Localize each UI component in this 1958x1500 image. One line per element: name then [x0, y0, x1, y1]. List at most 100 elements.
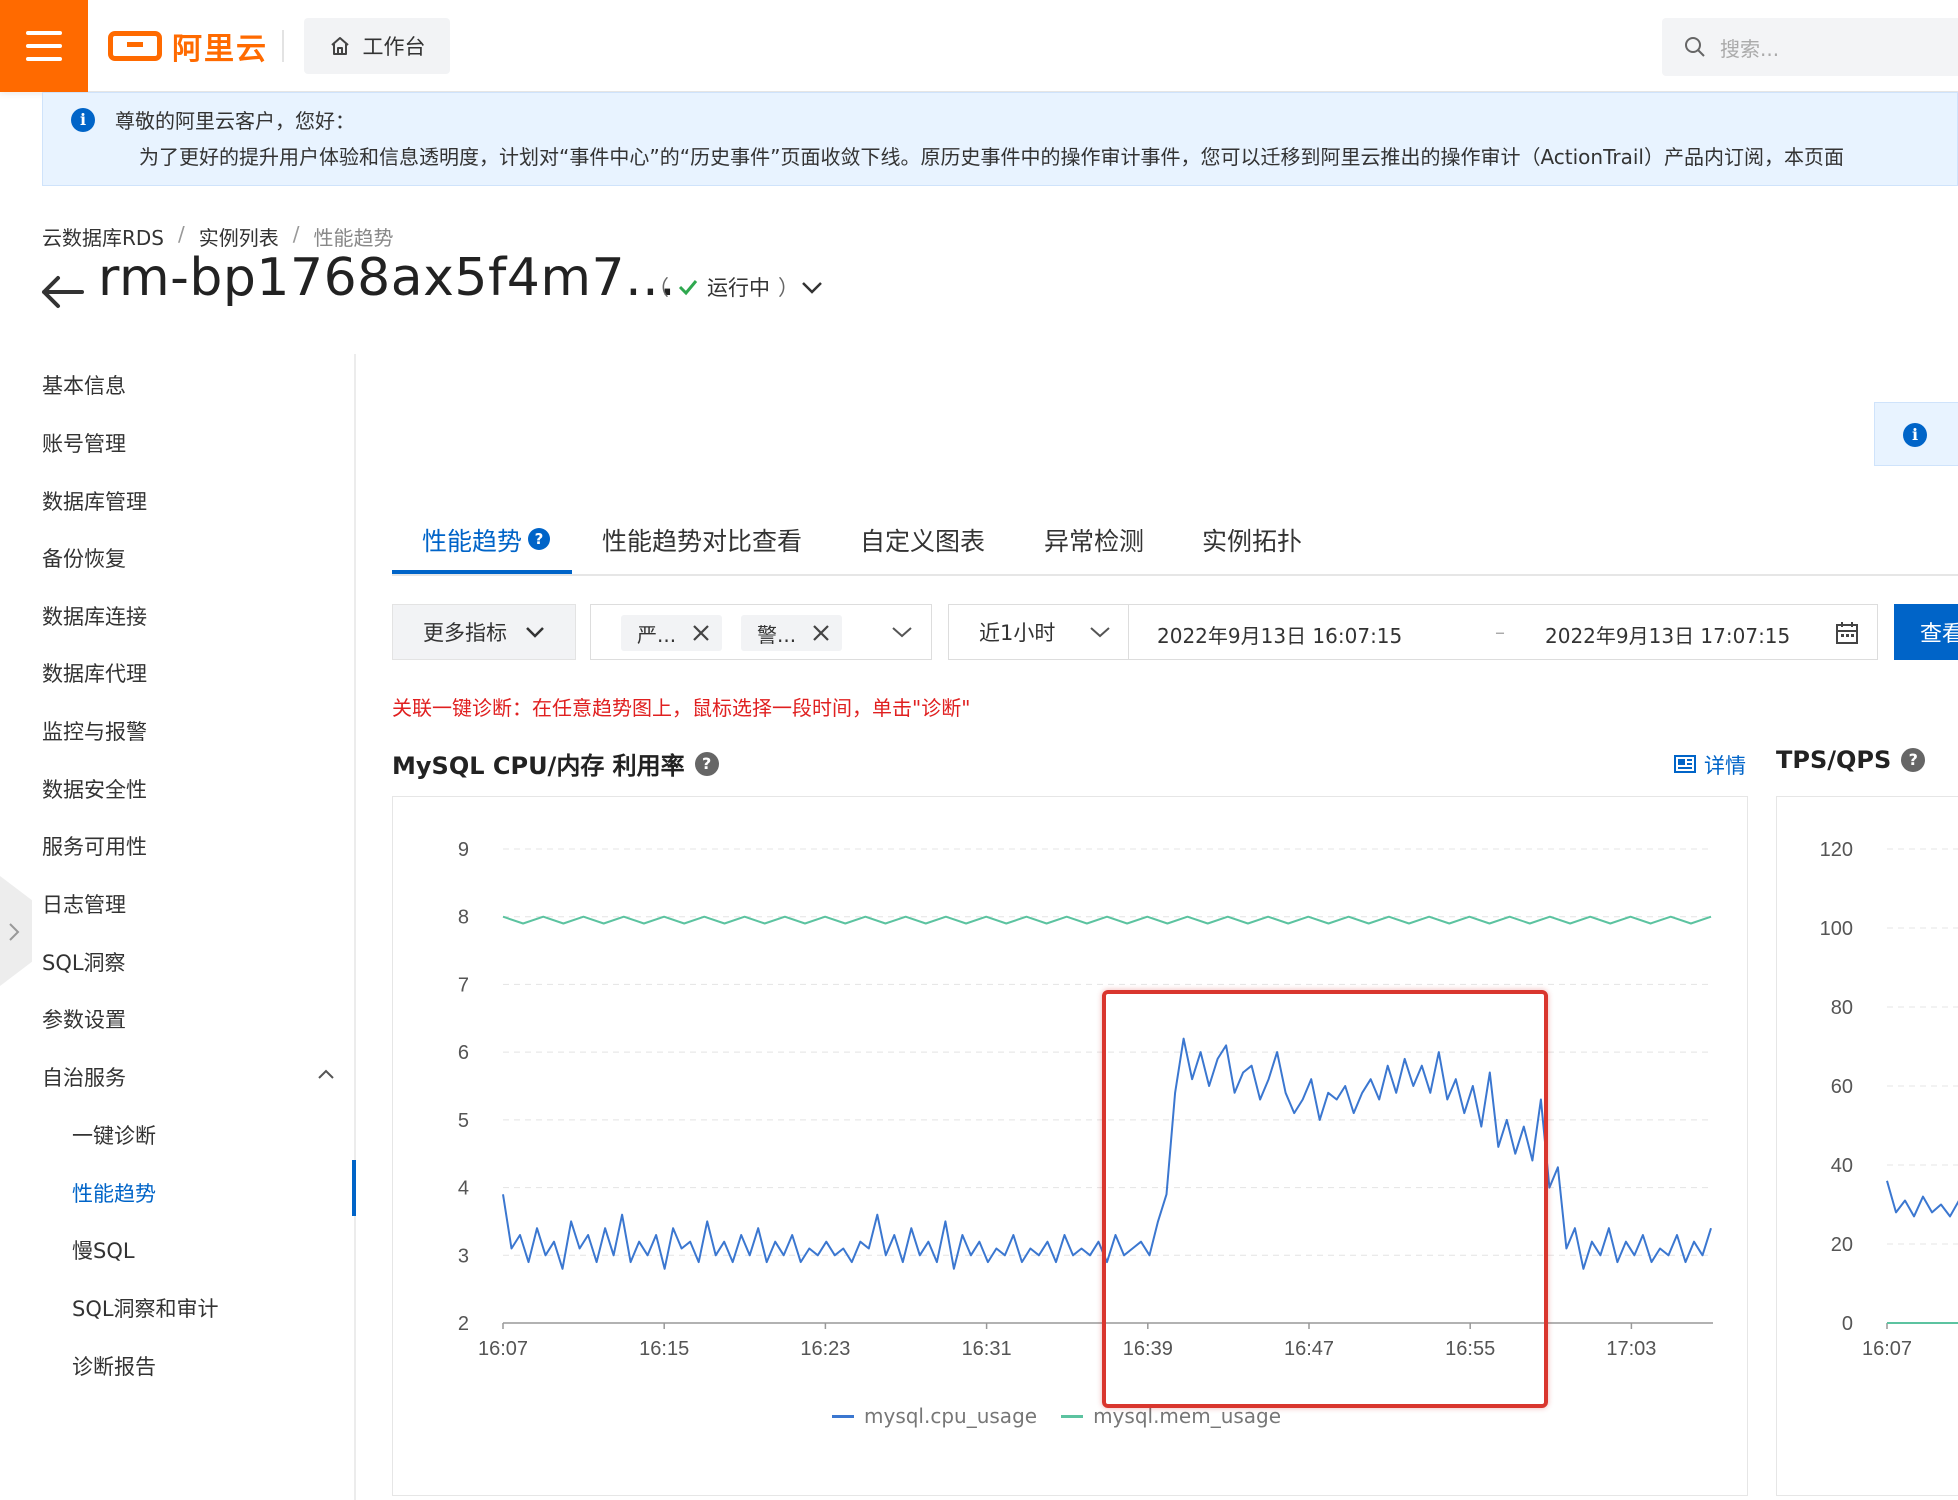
legend-item-cpu[interactable]: mysql.cpu_usage: [832, 1404, 1037, 1428]
calendar-icon[interactable]: [1835, 621, 1859, 645]
y-tick-label: 120: [1820, 839, 1853, 861]
chevron-down-icon[interactable]: [800, 278, 824, 298]
aliyun-logo[interactable]: 阿里云: [108, 24, 268, 68]
notice-body: 为了更好的提升用户体验和信息透明度，计划对“事件中心”的“历史事件”页面收敛下线…: [139, 145, 1844, 169]
chevron-down-icon: [526, 627, 544, 638]
sidebar-item-sql-insight[interactable]: SQL洞察: [42, 947, 126, 977]
sidebar-collapse-handle[interactable]: [0, 876, 32, 986]
instance-status: （ 运行中 ）: [648, 272, 799, 302]
help-icon[interactable]: ?: [694, 751, 719, 776]
more-metrics-label: 更多指标: [423, 621, 507, 645]
range-dash: –: [1495, 620, 1505, 644]
sidebar-subitem-diagnosis[interactable]: 一键诊断: [72, 1120, 156, 1150]
sidebar-item-backup[interactable]: 备份恢复: [42, 543, 126, 573]
hamburger-icon[interactable]: [0, 0, 88, 92]
cpu-mem-chart[interactable]: 2 3 4 5 6 7 8 9 16:07 16:15 16:23 16:31 16:39 16:47 16…: [393, 797, 1749, 1497]
x-tick-label: 16:55: [1445, 1338, 1495, 1360]
y-tick-label: 100: [1820, 918, 1853, 940]
x-tick-label: 16:07: [1862, 1338, 1912, 1360]
date-range-picker[interactable]: 2022年9月13日 16:07:15 – 2022年9月13日 17:07:1…: [1128, 604, 1878, 660]
tab-anomaly[interactable]: 异常检测: [1044, 522, 1144, 558]
home-icon: [330, 37, 349, 55]
detail-link-label: 详情: [1704, 754, 1746, 778]
sidebar-item-databases[interactable]: 数据库管理: [42, 486, 147, 516]
chart-title-cpu-mem: MySQL CPU/内存 利用率 ?: [392, 746, 719, 781]
y-tick-label: 60: [1831, 1076, 1853, 1098]
status-paren-open: （: [648, 276, 669, 300]
info-chip[interactable]: i: [1874, 402, 1958, 466]
chart-legend: mysql.cpu_usage mysql.mem_usage: [832, 1404, 1281, 1428]
chevron-down-icon: [892, 627, 912, 638]
series-line-0[interactable]: [502, 1037, 1712, 1270]
tab-compare[interactable]: 性能趋势对比查看: [602, 522, 802, 558]
tab-active-underline: [392, 570, 572, 574]
breadcrumb-separator: /: [178, 222, 185, 246]
instance-title: rm-bp1768ax5f4m7...: [98, 248, 677, 308]
legend-label-mem: mysql.mem_usage: [1093, 1404, 1282, 1428]
end-datetime[interactable]: 2022年9月13日 17:07:15: [1545, 620, 1790, 649]
sidebar-subitem-report[interactable]: 诊断报告: [72, 1351, 156, 1381]
breadcrumb-rds[interactable]: 云数据库RDS: [42, 222, 164, 251]
sidebar-item-security[interactable]: 数据安全性: [42, 774, 147, 804]
y-tick-label: 0: [1842, 1313, 1853, 1335]
legend-swatch-cpu: [832, 1414, 854, 1418]
x-tick-label: 16:39: [1123, 1338, 1173, 1360]
workbench-button[interactable]: 工作台: [304, 18, 450, 74]
sidebar-item-logs[interactable]: 日志管理: [42, 889, 126, 919]
alert-level-select[interactable]: 严... 警...: [590, 604, 932, 660]
sidebar-subitem-sql-audit[interactable]: SQL洞察和审计: [72, 1293, 219, 1323]
workbench-label: 工作台: [362, 35, 426, 59]
check-icon: [678, 280, 698, 296]
sidebar-item-proxy[interactable]: 数据库代理: [42, 658, 147, 688]
breadcrumb-instances[interactable]: 实例列表: [199, 222, 279, 251]
y-tick-label: 80: [1831, 997, 1853, 1019]
sidebar-item-connection[interactable]: 数据库连接: [42, 601, 147, 631]
detail-icon: [1674, 755, 1696, 773]
tag-severe: 严...: [621, 615, 723, 651]
query-button[interactable]: 查看: [1894, 604, 1958, 660]
tag-label: 严...: [637, 622, 677, 647]
tps-qps-chart[interactable]: 0 20 40 60 80 100 120 16:07: [1777, 797, 1958, 1497]
sidebar-item-availability[interactable]: 服务可用性: [42, 831, 147, 861]
series-line-1[interactable]: [502, 915, 1712, 925]
chart-title-text: MySQL CPU/内存 利用率: [392, 752, 685, 780]
close-icon[interactable]: [812, 624, 830, 642]
tab-bar: 性能趋势? 性能趋势对比查看 自定义图表 异常检测 实例拓扑: [392, 500, 1958, 576]
time-range-select[interactable]: 近1小时: [948, 604, 1128, 660]
sidebar-item-monitoring[interactable]: 监控与报警: [42, 716, 147, 746]
series-line-0[interactable]: [1886, 1180, 1958, 1221]
tab-custom-chart[interactable]: 自定义图表: [860, 522, 985, 558]
breadcrumb-current: 性能趋势: [313, 226, 394, 250]
detail-link[interactable]: 详情: [1674, 750, 1746, 780]
y-tick-label: 4: [458, 1178, 469, 1200]
help-icon[interactable]: ?: [528, 528, 551, 550]
sidebar-item-basic-info[interactable]: 基本信息: [42, 370, 126, 400]
sidebar-subitem-performance[interactable]: 性能趋势: [72, 1178, 156, 1208]
sidebar-item-autonomy[interactable]: 自治服务: [42, 1062, 126, 1092]
chevron-up-icon[interactable]: [316, 1066, 336, 1082]
y-tick-label: 40: [1831, 1155, 1853, 1177]
help-icon[interactable]: ?: [1901, 748, 1926, 772]
sidebar-subitem-slow-sql[interactable]: 慢SQL: [72, 1235, 135, 1265]
more-metrics-button[interactable]: 更多指标: [392, 604, 576, 660]
info-icon: i: [1903, 423, 1927, 447]
search-placeholder: 搜索...: [1720, 36, 1780, 61]
sidebar-item-accounts[interactable]: 账号管理: [42, 428, 126, 458]
tag-label: 警...: [757, 622, 797, 647]
sidebar-item-parameters[interactable]: 参数设置: [42, 1004, 126, 1034]
breadcrumb-separator: /: [292, 222, 300, 246]
close-icon[interactable]: [692, 624, 710, 642]
tab-topology[interactable]: 实例拓扑: [1202, 522, 1302, 558]
x-tick-label: 16:31: [962, 1338, 1012, 1360]
info-icon: i: [71, 108, 95, 132]
x-tick-label: 16:15: [639, 1338, 689, 1360]
y-tick-label: 5: [458, 1110, 469, 1132]
y-tick-label: 7: [458, 974, 469, 996]
back-arrow-icon[interactable]: [40, 270, 86, 310]
legend-item-mem[interactable]: mysql.mem_usage: [1061, 1404, 1281, 1428]
start-datetime[interactable]: 2022年9月13日 16:07:15: [1157, 620, 1402, 649]
tab-performance[interactable]: 性能趋势?: [422, 522, 551, 558]
search-input[interactable]: 搜索...: [1662, 18, 1958, 76]
search-icon: [1685, 37, 1705, 57]
legend-label-cpu: mysql.cpu_usage: [864, 1404, 1038, 1428]
